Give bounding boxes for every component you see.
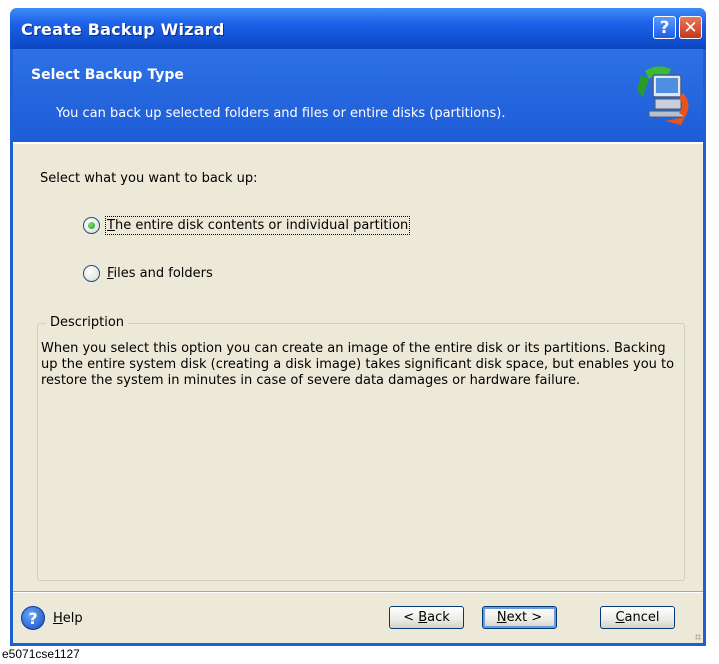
option-files-folders-label[interactable]: Files and folders	[107, 266, 213, 281]
window-title: Create Backup Wizard	[21, 20, 225, 39]
description-legend: Description	[46, 315, 129, 330]
option-entire-disk[interactable]: The entire disk contents or individual p…	[83, 215, 411, 235]
title-help-button[interactable]: ?	[653, 16, 676, 39]
computer-backup-icon	[637, 66, 689, 125]
title-bar[interactable]: Create Backup Wizard ? ✕	[10, 8, 706, 49]
option-files-folders[interactable]: Files and folders	[83, 263, 213, 283]
step-title: Select Backup Type	[31, 67, 184, 83]
help-icon[interactable]: ?	[21, 606, 45, 630]
wizard-window: Create Backup Wizard ? ✕ Select Backup T…	[10, 8, 706, 646]
figure-caption: e5071cse1127	[2, 647, 80, 661]
step-subtitle: You can back up selected folders and fil…	[56, 106, 506, 121]
header-separator	[13, 142, 703, 144]
backup-prompt: Select what you want to back up:	[40, 171, 258, 186]
option-entire-disk-label[interactable]: The entire disk contents or individual p…	[104, 215, 411, 235]
next-button[interactable]: Next >	[482, 606, 557, 629]
back-button[interactable]: < Back	[389, 606, 464, 629]
help-link[interactable]: Help	[53, 611, 83, 626]
radio-entire-disk[interactable]	[83, 216, 100, 234]
footer-separator-highlight	[13, 592, 703, 593]
description-text: When you select this option you can crea…	[41, 341, 675, 388]
radio-files-folders[interactable]	[83, 264, 100, 282]
wizard-client-area: Select Backup Type You can back up selec…	[13, 49, 703, 643]
resize-grip[interactable]	[695, 634, 701, 640]
close-button[interactable]: ✕	[679, 16, 702, 39]
cancel-button[interactable]: Cancel	[600, 606, 675, 629]
wizard-header: Select Backup Type You can back up selec…	[13, 49, 703, 142]
